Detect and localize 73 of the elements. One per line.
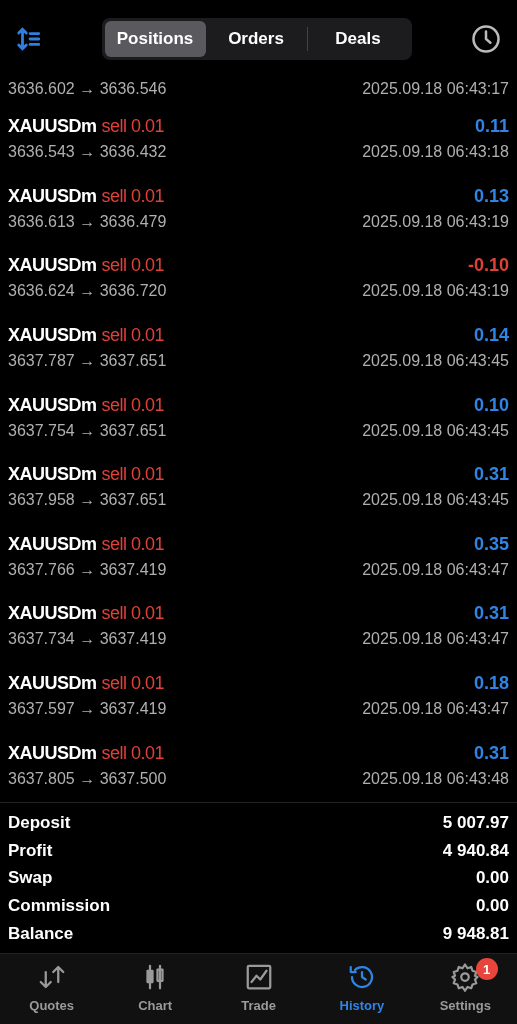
deal-time: 2025.09.18 06:43:48 (362, 768, 509, 789)
summary-label: Deposit (8, 812, 71, 835)
price-range: 3637.958 → 3637.651 (8, 490, 167, 511)
price-range: 3637.805 → 3637.500 (8, 768, 167, 789)
deal-profit: -0.10 (467, 254, 509, 278)
price-range: 3637.734 → 3637.419 (8, 629, 167, 650)
summary-label: Commission (8, 895, 111, 918)
summary-label: Swap (8, 867, 53, 890)
price-range: 3637.766 → 3637.419 (8, 559, 167, 580)
deal-profit: 0.11 (474, 115, 509, 139)
deal-side: sell 0.01 (101, 672, 165, 696)
nav-tab[interactable]: Trade (206, 962, 311, 1019)
deal-side: sell 0.01 (101, 602, 165, 626)
price-range: 3637.754 → 3637.651 (8, 420, 167, 441)
deal-profit: 0.35 (473, 532, 509, 556)
deal-time: 2025.09.18 06:43:45 (362, 420, 509, 441)
sort-icon[interactable] (16, 26, 42, 52)
deal-time: 2025.09.18 06:43:47 (362, 629, 509, 650)
deal-time: 2025.09.18 06:43:19 (362, 281, 509, 302)
nav-tab[interactable]: History (310, 962, 414, 1019)
segment-tab[interactable]: Orders (205, 21, 307, 57)
price-range: 3636.543 → 3636.432 (8, 142, 167, 163)
deal-time: 2025.09.18 06:43:45 (362, 351, 509, 372)
summary-value: 5 007.97 (442, 812, 509, 835)
nav-tab[interactable]: Chart (103, 962, 207, 1019)
deal-side: sell 0.01 (101, 324, 165, 348)
segment-tab[interactable]: Positions (104, 21, 206, 57)
deal-side: sell 0.01 (101, 741, 165, 765)
deal-symbol: XAUUSDm (8, 532, 97, 556)
deal-symbol: XAUUSDm (8, 393, 97, 417)
deal-profit: 0.10 (473, 393, 509, 417)
summary-value: 9 948.81 (442, 922, 509, 945)
deal-side: sell 0.01 (101, 115, 165, 139)
deal-profit: 0.14 (473, 324, 509, 348)
deal-symbol: XAUUSDm (8, 672, 97, 696)
deal-symbol: XAUUSDm (8, 602, 97, 626)
deal-profit: 0.31 (473, 463, 509, 487)
deal-side: sell 0.01 (101, 393, 165, 417)
deal-time: 2025.09.18 06:43:18 (362, 142, 509, 163)
summary-value: 4 940.84 (442, 839, 509, 862)
deal-symbol: XAUUSDm (8, 324, 97, 348)
deal-side: sell 0.01 (101, 463, 165, 487)
deal-symbol: XAUUSDm (8, 115, 97, 139)
deal-symbol: XAUUSDm (8, 254, 97, 278)
price-range: 3636.624 → 3636.720 (8, 281, 167, 302)
summary-value: 0.00 (475, 895, 509, 918)
deal-profit: 0.13 (473, 184, 509, 208)
deal-side: sell 0.01 (101, 532, 165, 556)
deal-symbol: XAUUSDm (8, 741, 97, 765)
deal-side: sell 0.01 (101, 254, 165, 278)
notification-badge: 1 (475, 958, 498, 981)
deal-time: 2025.09.18 06:43:19 (362, 211, 509, 232)
price-range: 3636.602 → 3636.546 (8, 79, 167, 99)
settings-icon (450, 962, 481, 993)
deal-time: 2025.09.18 06:43:17 (362, 79, 509, 99)
deal-time: 2025.09.18 06:43:45 (362, 490, 509, 511)
deal-time: 2025.09.18 06:43:47 (362, 559, 509, 580)
deal-profit: 0.31 (473, 602, 509, 626)
price-range: 3636.613 → 3636.479 (8, 211, 167, 232)
deal-symbol: XAUUSDm (8, 463, 97, 487)
price-range: 3637.597 → 3637.419 (8, 699, 167, 720)
summary-label: Profit (8, 839, 53, 862)
deal-profit: 0.31 (473, 741, 509, 765)
clock-icon[interactable] (471, 24, 501, 54)
price-range: 3637.787 → 3637.651 (8, 351, 167, 372)
segment-tab[interactable]: Deals (307, 21, 409, 57)
deal-profit: 0.18 (473, 672, 509, 696)
summary-label: Balance (8, 922, 74, 945)
summary-value: 0.00 (475, 867, 509, 890)
nav-tab[interactable]: Quotes (0, 962, 104, 1019)
deal-symbol: XAUUSDm (8, 184, 97, 208)
deal-time: 2025.09.18 06:43:47 (362, 699, 509, 720)
deal-side: sell 0.01 (101, 184, 165, 208)
